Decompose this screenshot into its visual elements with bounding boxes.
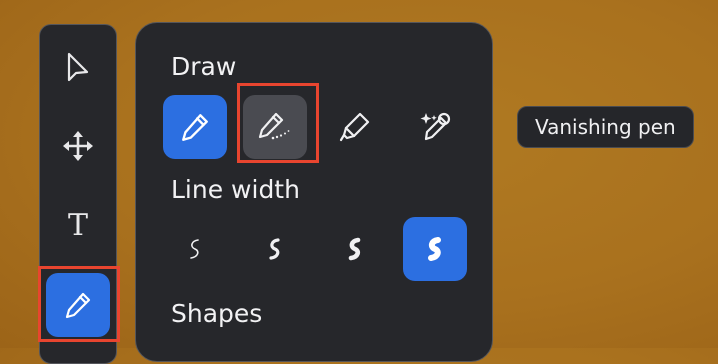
highlighter-button[interactable] — [323, 95, 387, 159]
pointer-arrow-icon — [67, 52, 89, 82]
vanishing-pen-icon — [258, 112, 290, 140]
line-width-1-button[interactable] — [163, 217, 227, 281]
vanishing-pen-button[interactable] — [243, 95, 307, 159]
pencil-icon — [65, 292, 91, 319]
line-width-3-button[interactable] — [323, 217, 387, 281]
magic-pen-icon — [420, 112, 451, 141]
highlighter-icon — [339, 112, 370, 142]
squiggle-thick-icon — [348, 237, 361, 261]
vanishing-pen-tooltip: Vanishing pen — [517, 106, 694, 148]
line-width-section-title: Line width — [171, 175, 300, 204]
shapes-section-title: Shapes — [171, 299, 263, 328]
draw-section-title: Draw — [171, 52, 237, 81]
select-tool-button[interactable] — [55, 45, 101, 91]
line-width-2-button[interactable] — [243, 217, 307, 281]
pencil-icon — [182, 114, 208, 141]
magic-pen-button[interactable] — [403, 95, 467, 159]
text-icon: T — [67, 208, 88, 243]
draw-options-panel: Draw Line width Shapes — [135, 22, 493, 362]
squiggle-medium-icon — [269, 238, 280, 260]
draw-tool-button[interactable] — [46, 273, 110, 337]
move-tool-button[interactable] — [55, 123, 101, 169]
squiggle-extra-thick-icon — [428, 237, 441, 261]
move-arrows-icon — [63, 131, 93, 161]
line-width-4-button[interactable] — [403, 217, 467, 281]
text-tool-button[interactable]: T — [55, 203, 101, 249]
pen-button[interactable] — [163, 95, 227, 159]
tools-toolbar: T — [39, 24, 117, 364]
squiggle-thin-icon — [190, 239, 199, 259]
